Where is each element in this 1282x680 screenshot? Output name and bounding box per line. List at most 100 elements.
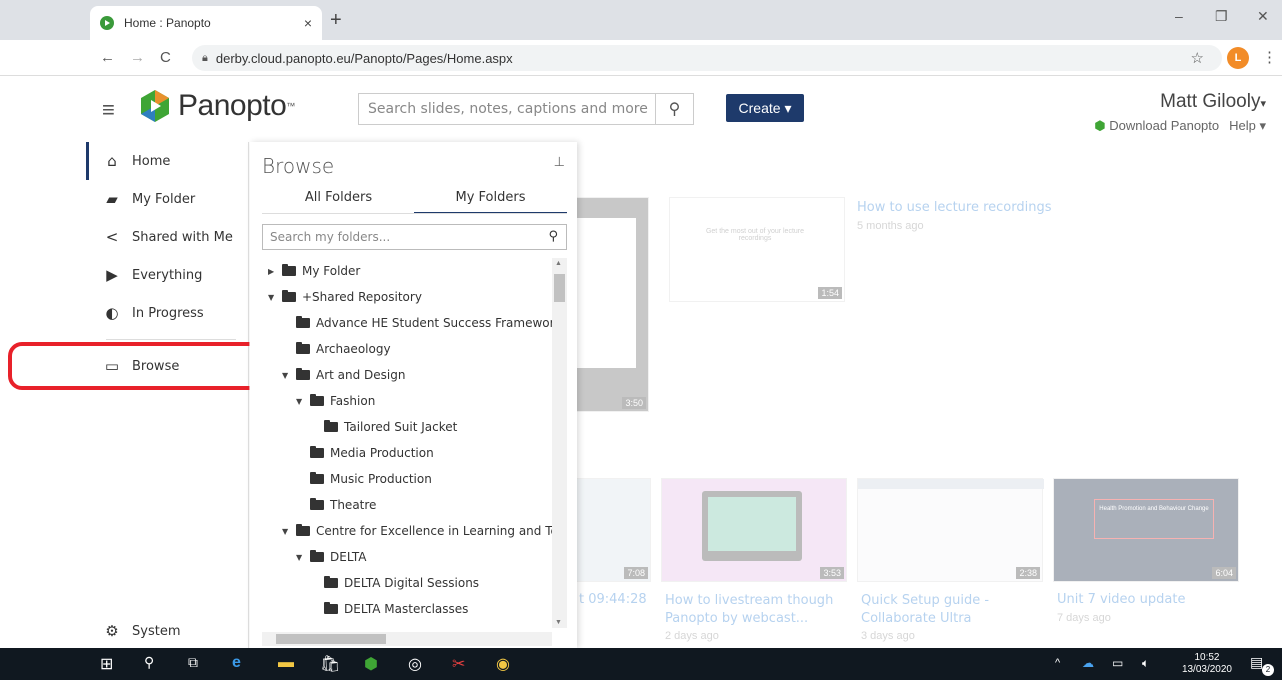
restore-button[interactable]: ❐ <box>1215 8 1228 25</box>
collapse-arrow-icon[interactable]: ▼ <box>296 553 310 562</box>
back-arrow-icon[interactable]: ← <box>100 49 115 66</box>
folder-icon <box>296 342 310 354</box>
video-thumbnail[interactable]: 3:50 <box>577 197 649 412</box>
edge-icon[interactable]: e <box>232 654 241 672</box>
task-view-icon[interactable]: ⧉ <box>188 654 198 671</box>
video-title[interactable]: Quick Setup guide - Collaborate Ultra <box>861 592 1031 628</box>
thumbnail-slide <box>577 218 636 368</box>
tab-title: Home : Panopto <box>124 16 211 30</box>
help-link[interactable]: Help ▾ <box>1229 118 1266 134</box>
hamburger-menu-icon[interactable]: ≡ <box>102 97 115 123</box>
network-icon[interactable]: ▭ <box>1112 656 1123 670</box>
tree-item[interactable]: ▼ Fashion <box>296 388 375 414</box>
video-title[interactable]: How to use lecture recordings <box>857 200 1052 215</box>
video-thumbnail[interactable]: Get the most out of your lecture recordi… <box>669 197 845 302</box>
collapse-arrow-icon[interactable]: ▼ <box>268 293 282 302</box>
new-tab-button[interactable]: + <box>330 10 342 30</box>
create-button[interactable]: Create ▾ <box>726 94 804 122</box>
nav-in-progress[interactable]: ◐ In Progress <box>86 294 249 332</box>
video-thumbnail[interactable]: 3:53 <box>661 478 847 582</box>
snipping-tool-icon[interactable]: ✂ <box>452 654 465 674</box>
browser-tab[interactable]: Home : Panopto × <box>90 6 322 40</box>
file-explorer-icon[interactable]: ▬ <box>278 654 294 672</box>
tree-item[interactable]: Advance HE Student Success Frameworks Pr <box>296 310 552 336</box>
collapse-arrow-icon[interactable]: ▼ <box>282 527 296 536</box>
user-menu[interactable]: Matt Gilooly▾ <box>1160 91 1266 113</box>
download-panopto-link[interactable]: ⬢ Download Panopto <box>1094 118 1219 134</box>
tree-item[interactable]: Archaeology <box>296 336 391 362</box>
video-title[interactable]: Unit 7 video update <box>1057 592 1185 607</box>
bookmark-star-icon[interactable]: ☆ <box>1191 49 1204 67</box>
obs-icon[interactable]: ◎ <box>408 654 422 674</box>
nav-system[interactable]: ⚙ System <box>86 612 249 650</box>
profile-avatar[interactable]: L <box>1227 47 1249 69</box>
search-icon[interactable]: ⚲ <box>144 654 154 671</box>
tree-item[interactable]: DELTA Digital Sessions <box>324 570 479 596</box>
window-close-button[interactable]: ✕ <box>1257 8 1269 25</box>
reload-icon[interactable]: C <box>160 49 171 66</box>
nav-shared-with-me[interactable]: < Shared with Me <box>86 218 249 256</box>
logo-text: Panopto <box>178 89 287 122</box>
clock[interactable]: 10:52 13/03/2020 <box>1182 652 1232 676</box>
panopto-logo[interactable]: Panopto ™ <box>138 89 295 123</box>
scroll-up-arrow-icon[interactable]: ▲ <box>555 260 562 267</box>
chrome-icon[interactable]: ◉ <box>496 654 510 674</box>
browser-tabbar: Home : Panopto × + – ❐ ✕ <box>0 0 1282 40</box>
video-thumbnail[interactable]: Health Promotion and Behaviour Change 6:… <box>1053 478 1239 582</box>
panopto-logo-icon <box>141 90 169 122</box>
tab-close-icon[interactable]: × <box>304 15 312 31</box>
expand-arrow-icon[interactable]: ▶ <box>268 267 282 276</box>
scroll-thumb[interactable] <box>554 274 565 302</box>
thumbnail-monitor <box>702 491 802 561</box>
main-content: 3:50 Get the most out of your lecture re… <box>577 142 1282 648</box>
tree-vertical-scrollbar[interactable]: ▲ ▼ <box>552 258 567 628</box>
video-thumbnail[interactable]: 2:38 <box>857 478 1044 582</box>
search-icon[interactable]: ⚲ <box>548 229 558 244</box>
video-duration: 6:04 <box>1212 567 1236 579</box>
video-duration: 3:53 <box>820 567 844 579</box>
folder-tree: ▶ My Folder ▼ +Shared Repository Advance H… <box>262 258 552 628</box>
tree-item[interactable]: Media Production <box>310 440 434 466</box>
windows-start-icon[interactable]: ⊞ <box>100 654 113 674</box>
scroll-down-arrow-icon[interactable]: ▼ <box>555 619 562 626</box>
tree-item[interactable]: ▼ DELTA <box>296 544 366 570</box>
video-title[interactable]: How to livestream though Panopto by webc… <box>665 592 835 628</box>
video-duration: 3:50 <box>622 397 646 409</box>
tree-item[interactable]: ▼ Art and Design <box>282 362 405 388</box>
tree-item[interactable]: ▼ +Shared Repository <box>268 284 422 310</box>
video-title[interactable]: t 09:44:28 <box>579 592 647 607</box>
pin-icon[interactable]: ⊥ <box>554 154 565 170</box>
left-nav: ⌂ Home ▰ My Folder < Shared with Me ▶ Ev… <box>86 142 249 648</box>
store-icon[interactable]: 🛍︎ <box>320 654 340 674</box>
browse-title: Browse <box>262 154 335 178</box>
volume-icon[interactable]: 🔈︎ <box>1142 656 1149 671</box>
search-button[interactable]: ⚲ <box>656 93 694 125</box>
nav-home[interactable]: ⌂ Home <box>86 142 249 180</box>
nav-my-folder[interactable]: ▰ My Folder <box>86 180 249 218</box>
tree-item[interactable]: Theatre <box>310 492 376 518</box>
forward-arrow-icon[interactable]: → <box>130 49 145 66</box>
onedrive-icon[interactable]: ☁ <box>1082 656 1094 670</box>
panopto-taskbar-icon[interactable]: ⬢ <box>364 654 378 674</box>
folder-icon <box>310 550 324 562</box>
minimize-button[interactable]: – <box>1175 8 1183 24</box>
tree-item[interactable]: DELTA Masterclasses <box>324 596 468 622</box>
nav-everything[interactable]: ▶ Everything <box>86 256 249 294</box>
collapse-arrow-icon[interactable]: ▼ <box>296 397 310 406</box>
search-icon: ⚲ <box>668 101 681 118</box>
collapse-arrow-icon[interactable]: ▼ <box>282 371 296 380</box>
video-thumbnail[interactable]: 7:08 <box>577 478 651 582</box>
tab-all-folders[interactable]: All Folders <box>262 190 415 214</box>
folder-search-input[interactable]: Search my folders... ⚲ <box>262 224 567 250</box>
tree-horizontal-scrollbar[interactable] <box>262 632 552 646</box>
tree-item[interactable]: ▼ Centre for Excellence in Learning and T… <box>282 518 552 544</box>
search-input[interactable]: Search slides, notes, captions and more <box>358 93 656 125</box>
tree-item[interactable]: Music Production <box>310 466 432 492</box>
scroll-thumb[interactable] <box>276 634 386 644</box>
tree-item[interactable]: Tailored Suit Jacket <box>324 414 457 440</box>
browser-menu-icon[interactable]: ⋮ <box>1262 48 1277 66</box>
tree-item[interactable]: ▶ My Folder <box>268 258 360 284</box>
address-bar[interactable]: 🔒︎ derby.cloud.panopto.eu/Panopto/Pages/… <box>192 45 1222 71</box>
tab-my-folders[interactable]: My Folders <box>414 190 567 214</box>
tray-expand-icon[interactable]: ^ <box>1055 657 1060 669</box>
